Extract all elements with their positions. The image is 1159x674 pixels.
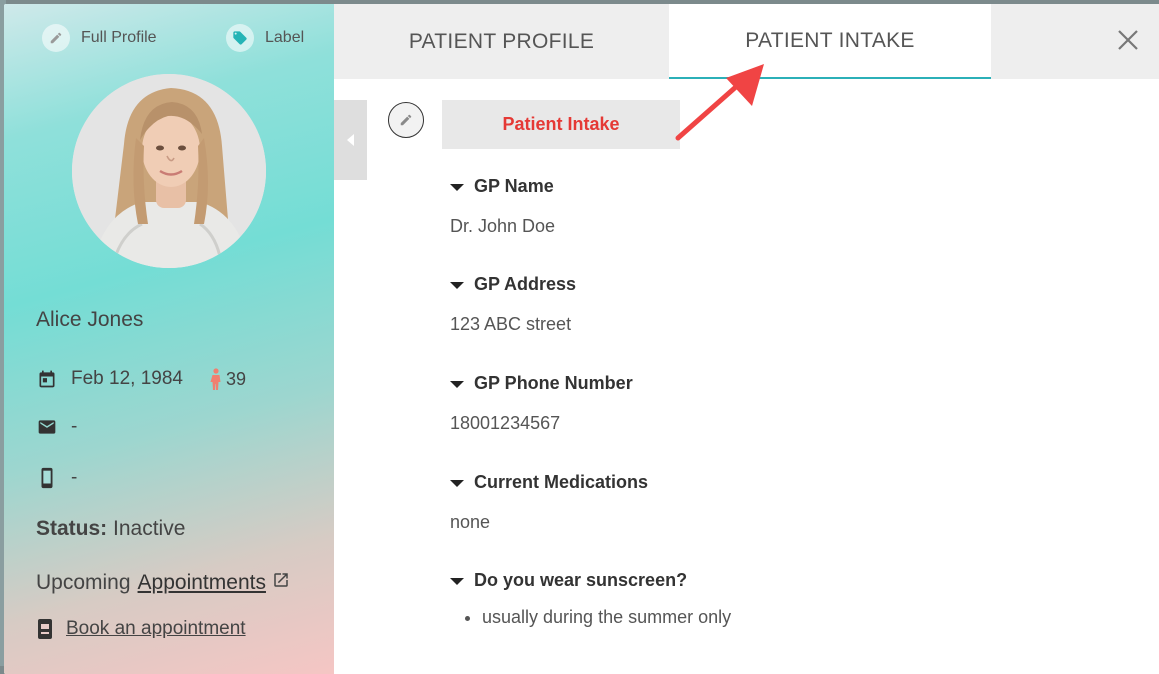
- pencil-icon: [399, 113, 413, 127]
- field-value: 123 ABC street: [450, 314, 572, 334]
- field-gp-name: GP Name Dr. John Doe: [450, 176, 555, 237]
- caret-down-icon: [450, 183, 464, 191]
- dob-value: Feb 12, 1984: [71, 368, 183, 389]
- field-toggle[interactable]: Do you wear sunscreen?: [450, 570, 731, 591]
- age-value: 39: [226, 368, 247, 389]
- phone-row: -: [36, 467, 77, 489]
- edit-intake-button[interactable]: [388, 102, 424, 138]
- tab-bar: PATIENT PROFILE PATIENT INTAKE: [334, 4, 1159, 79]
- field-current-medications: Current Medications none: [450, 472, 648, 533]
- detail-panel: PATIENT PROFILE PATIENT INTAKE Patient I…: [334, 4, 1159, 674]
- field-toggle[interactable]: GP Address: [450, 274, 576, 295]
- field-sunscreen: Do you wear sunscreen? usually during th…: [450, 570, 731, 628]
- list-item: usually during the summer only: [482, 607, 731, 628]
- caret-down-icon: [450, 577, 464, 585]
- mail-icon: [36, 416, 58, 438]
- book-appointment-link[interactable]: Book an appointment: [66, 618, 246, 640]
- dob-row: Feb 12, 1984: [36, 368, 183, 390]
- label-button[interactable]: Label: [226, 24, 304, 52]
- field-toggle[interactable]: GP Phone Number: [450, 373, 633, 394]
- calendar-icon: [36, 368, 58, 390]
- pencil-icon: [42, 24, 70, 52]
- tab-patient-intake[interactable]: PATIENT INTAKE: [669, 4, 991, 79]
- phone-value: -: [71, 467, 78, 488]
- patient-modal: Full Profile Label Alice Jones Feb 12, 1…: [4, 4, 1159, 674]
- field-toggle[interactable]: Current Medications: [450, 472, 648, 493]
- answer-list: usually during the summer only: [450, 607, 731, 628]
- tag-icon: [226, 24, 254, 52]
- field-label: Do you wear sunscreen?: [474, 570, 688, 590]
- age-display: 39: [210, 368, 246, 390]
- chevron-left-icon: [346, 134, 355, 146]
- email-row: -: [36, 416, 77, 438]
- label-label: Label: [265, 29, 305, 46]
- field-value: none: [450, 512, 491, 532]
- status-value: Inactive: [113, 517, 186, 540]
- patient-name: Alice Jones: [36, 308, 144, 331]
- field-label: GP Name: [474, 176, 554, 196]
- section-title: Patient Intake: [442, 100, 680, 149]
- field-gp-address: GP Address 123 ABC street: [450, 274, 576, 335]
- patient-avatar: [72, 74, 266, 268]
- tab-patient-profile[interactable]: PATIENT PROFILE: [334, 4, 669, 79]
- email-value: -: [71, 416, 78, 437]
- status-label: Status:: [36, 517, 108, 540]
- full-profile-label: Full Profile: [81, 29, 157, 46]
- field-value: 18001234567: [450, 413, 561, 433]
- person-icon: [210, 368, 222, 390]
- mobile-icon: [36, 467, 58, 489]
- appointments-link[interactable]: Appointments: [138, 571, 266, 595]
- caret-down-icon: [450, 479, 464, 487]
- close-icon: [1117, 29, 1139, 51]
- field-label: Current Medications: [474, 472, 649, 492]
- field-label: GP Address: [474, 274, 577, 294]
- field-value: Dr. John Doe: [450, 216, 556, 236]
- external-link-icon[interactable]: [272, 571, 290, 589]
- close-button[interactable]: [1110, 22, 1146, 58]
- patient-summary-panel: Full Profile Label Alice Jones Feb 12, 1…: [4, 4, 334, 674]
- panel-actions: Full Profile Label: [42, 24, 306, 54]
- caret-down-icon: [450, 281, 464, 289]
- upcoming-label: Upcoming: [36, 571, 131, 594]
- field-gp-phone: GP Phone Number 18001234567: [450, 373, 633, 434]
- status-row: Status: Inactive: [36, 517, 185, 541]
- upcoming-appointments: Upcoming Appointments: [36, 571, 290, 595]
- full-profile-button[interactable]: Full Profile: [42, 24, 157, 52]
- field-label: GP Phone Number: [474, 373, 633, 393]
- caret-down-icon: [450, 380, 464, 388]
- field-toggle[interactable]: GP Name: [450, 176, 555, 197]
- collapse-panel-button[interactable]: [334, 100, 367, 180]
- book-appointment-row: Book an appointment: [36, 618, 246, 640]
- book-icon: [36, 619, 54, 639]
